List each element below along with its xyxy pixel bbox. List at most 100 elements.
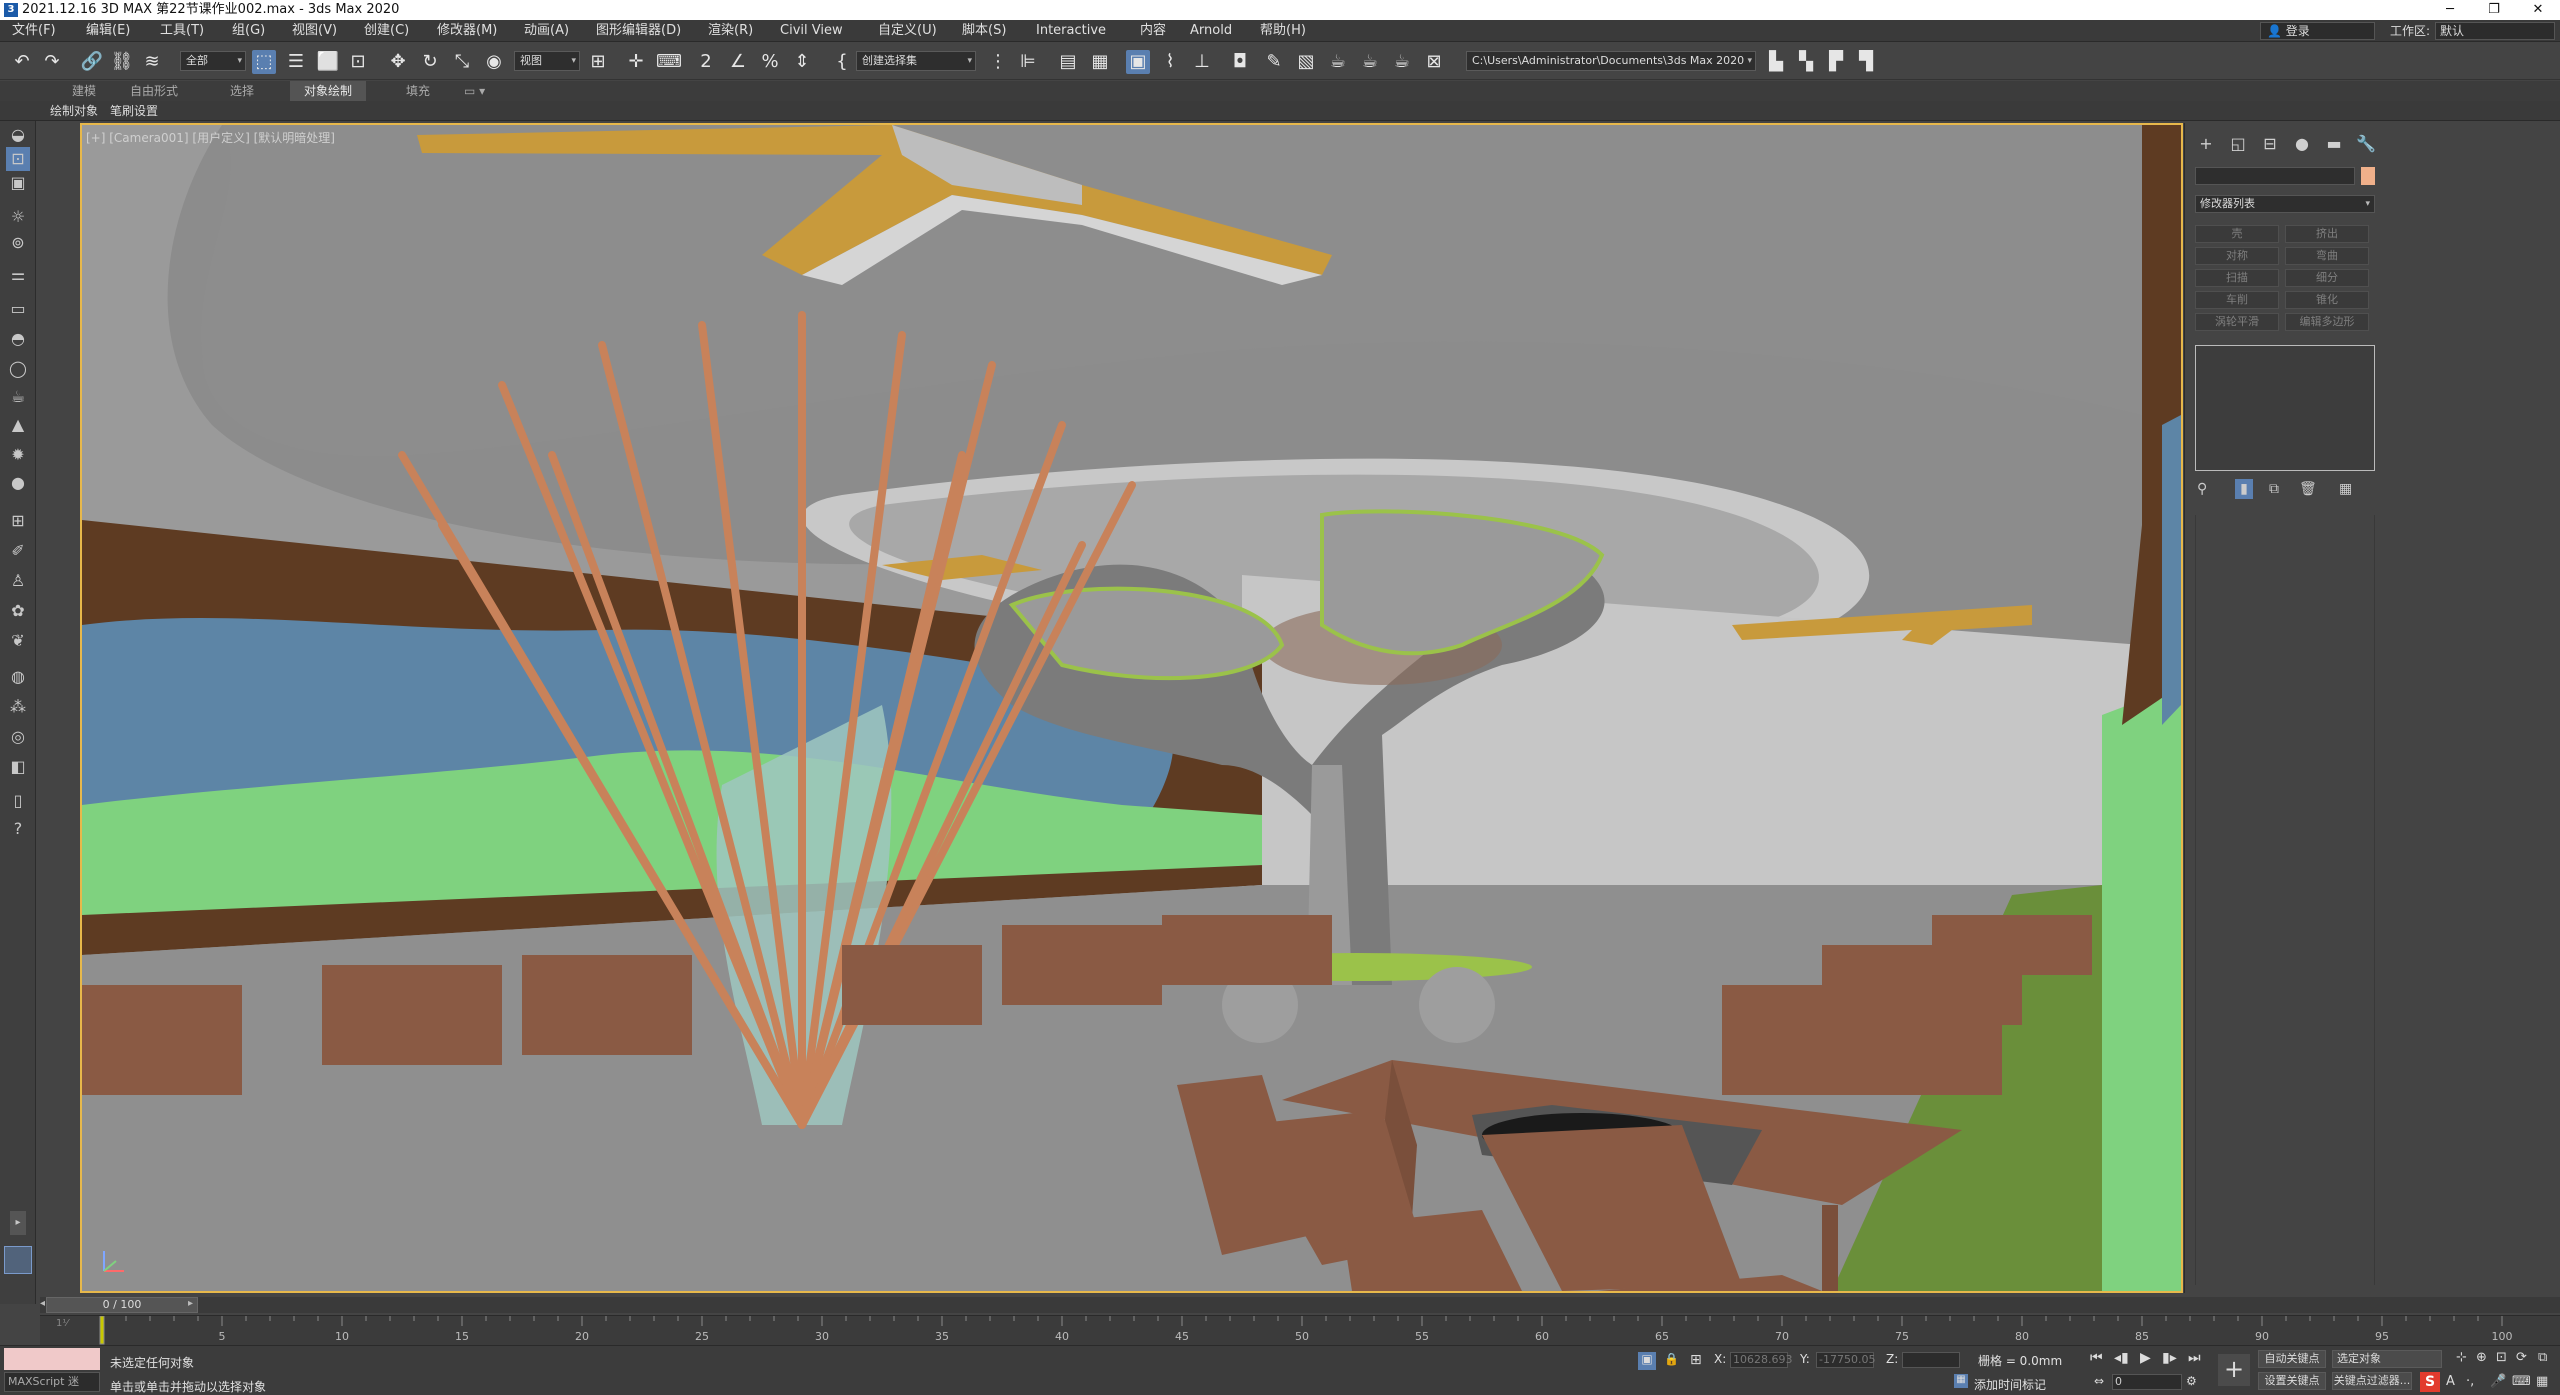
camera-icon[interactable]: ⊚ (6, 231, 30, 255)
paint-objects-tab[interactable]: 绘制对象 (50, 101, 98, 121)
ime-mode-icon[interactable]: A (2446, 1374, 2455, 1389)
modifier-sweep-button[interactable]: 扫描 (2195, 269, 2279, 287)
maxscript-listener[interactable]: MAXScript 迷 (4, 1348, 100, 1394)
tab-freeform[interactable]: 自由形式 (130, 81, 178, 101)
move-icon[interactable]: ✥ (386, 50, 410, 74)
layer-side-icon[interactable]: ▣ (6, 171, 30, 195)
link-icon[interactable]: 🔗 (80, 50, 104, 74)
current-frame-marker[interactable] (99, 1316, 105, 1345)
wheel-icon[interactable]: ✿ (6, 599, 30, 623)
zoom-icon[interactable]: ⊹ (2456, 1350, 2467, 1365)
restore-button[interactable]: ❐ (2472, 0, 2516, 20)
viewport-label[interactable]: [+] [Camera001] [用户定义] [默认明暗处理] (86, 129, 335, 146)
make-unique-icon[interactable]: ⧉ (2269, 479, 2279, 499)
curve-editor-icon[interactable]: ⌇ (1158, 50, 1182, 74)
modifier-edit-poly-button[interactable]: 编辑多边形 (2285, 313, 2369, 331)
biped-icon[interactable]: ♙ (6, 569, 30, 593)
paint-brush-icon[interactable]: ✐ (6, 539, 30, 563)
rectangular-selection-icon[interactable]: ⬜ (316, 50, 340, 74)
modifier-taper-button[interactable]: 锥化 (2285, 291, 2369, 309)
pin-stack-icon[interactable]: ⚲ (2197, 479, 2207, 499)
cone-icon[interactable]: ▲ (6, 413, 30, 437)
undo-icon[interactable]: ↶ (10, 50, 34, 74)
workspace-dropdown[interactable]: 默认 (2435, 22, 2555, 40)
scale-icon[interactable]: ⤡ (450, 50, 474, 74)
project-folder-icon[interactable]: ▙ (1764, 50, 1788, 74)
angle-snap-icon[interactable]: ∠ (726, 50, 750, 74)
ime-punct-icon[interactable]: ·, (2466, 1374, 2474, 1389)
color-palette-icon[interactable]: ⁂ (6, 695, 30, 719)
render-in-cloud-icon[interactable]: ⊠ (1422, 50, 1446, 74)
material-editor-icon[interactable]: ◘ (1228, 50, 1252, 74)
project-settings-icon[interactable]: ▜ (1854, 50, 1878, 74)
named-selection-dropdown[interactable]: 创建选择集 (856, 51, 976, 71)
modifier-lathe-button[interactable]: 车削 (2195, 291, 2279, 309)
select-object-icon[interactable]: ⬚ (252, 50, 276, 74)
tab-selection[interactable]: 选择 (230, 81, 254, 101)
geosphere-icon[interactable]: ● (6, 471, 30, 495)
render-activeshade-icon[interactable]: ☕ (1390, 50, 1414, 74)
go-to-end-icon[interactable]: ⏭ (2188, 1350, 2201, 1366)
menu-view[interactable]: 视图(V) (292, 20, 337, 42)
window-crossing-icon[interactable]: ⊡ (346, 50, 370, 74)
object-color-swatch[interactable] (2361, 167, 2375, 185)
helpers-icon[interactable]: ⚌ (6, 263, 30, 287)
select-manipulate-icon[interactable]: ✛ (624, 50, 648, 74)
tab-object-paint[interactable]: 对象绘制 (290, 81, 367, 101)
maximize-viewport-icon[interactable]: ⧉ (2538, 1350, 2547, 1365)
ime-logo-icon[interactable]: S (2420, 1372, 2440, 1392)
percent-snap-icon[interactable]: % (758, 50, 782, 74)
modifier-turbosmooth-button[interactable]: 涡轮平滑 (2195, 313, 2279, 331)
display-tab-icon[interactable]: ▬ (2321, 133, 2347, 155)
rotate-icon[interactable]: ↻ (418, 50, 442, 74)
menu-scripting[interactable]: 脚本(S) (962, 20, 1006, 42)
modifier-bend-button[interactable]: 弯曲 (2285, 247, 2369, 265)
map-icon[interactable]: ◧ (6, 755, 30, 779)
schematic-view-icon[interactable]: ⊥ (1190, 50, 1214, 74)
project-sync-icon[interactable]: ▛ (1824, 50, 1848, 74)
menu-customize[interactable]: 自定义(U) (878, 20, 937, 42)
modifier-symmetry-button[interactable]: 对称 (2195, 247, 2279, 265)
time-config-icon[interactable]: ⚙ (2186, 1374, 2197, 1388)
slider-prev-icon[interactable]: ◂ (40, 1298, 45, 1309)
menu-animation[interactable]: 动画(A) (524, 20, 569, 42)
tab-populate[interactable]: 填充 (406, 81, 430, 101)
reference-coordinate-dropdown[interactable]: 视图 (514, 51, 580, 71)
expand-arrow-icon[interactable]: ▸ (10, 1211, 26, 1235)
modify-tab-icon[interactable]: ◱ (2225, 133, 2251, 155)
create-tab-icon[interactable]: + (2193, 133, 2219, 155)
project-path-dropdown[interactable]: C:\Users\Administrator\Documents\3ds Max… (1466, 51, 1756, 71)
play-icon[interactable]: ▶ (2140, 1350, 2151, 1366)
menu-edit[interactable]: 编辑(E) (86, 20, 130, 42)
show-end-result-icon[interactable]: ▮ (2235, 479, 2253, 499)
modifier-shell-button[interactable]: 壳 (2195, 225, 2279, 243)
viewport-layout-icon[interactable]: ◒ (6, 123, 30, 147)
project-open-icon[interactable]: ▚ (1794, 50, 1818, 74)
light-icon[interactable]: ☼ (6, 205, 30, 229)
add-time-tag[interactable]: 添加时间标记 (1974, 1376, 2046, 1393)
scene-explorer-icon[interactable]: ▤ (1056, 50, 1080, 74)
select-by-name-icon[interactable]: ☰ (284, 50, 308, 74)
menu-arnold[interactable]: Arnold (1190, 20, 1232, 42)
menu-tools[interactable]: 工具(T) (160, 20, 204, 42)
selection-filter-dropdown[interactable]: 全部 (180, 51, 246, 71)
key-filters-button[interactable]: 关键点过滤器... (2332, 1372, 2412, 1390)
scene-explorer-side-icon[interactable]: ⊡ (6, 147, 30, 171)
login-dropdown[interactable]: 👤 登录 (2260, 22, 2375, 40)
x-coordinate-field[interactable]: 10628.693 (1730, 1352, 1793, 1368)
material-sphere-icon[interactable]: ◍ (6, 665, 30, 689)
render-setup-icon[interactable]: ✎ (1262, 50, 1286, 74)
go-to-start-icon[interactable]: ⏮ (2090, 1350, 2103, 1366)
pivot-center-icon[interactable]: ⊞ (586, 50, 610, 74)
microphone-icon[interactable]: 🎤 (2490, 1374, 2506, 1389)
unlink-icon[interactable]: ⛓ (110, 50, 134, 74)
next-frame-icon[interactable]: ▮▸ (2162, 1350, 2177, 1366)
sphere-icon[interactable]: ◯ (6, 357, 30, 381)
perspective-viewport[interactable]: [+] [Camera001] [用户定义] [默认明暗处理] (80, 123, 2183, 1293)
ribbon-options-icon[interactable]: ▭ ▾ (464, 81, 485, 101)
auto-key-button[interactable]: 自动关键点 (2258, 1350, 2326, 1368)
align-icon[interactable]: ⊫ (1016, 50, 1040, 74)
utilities-tab-icon[interactable]: 🔧 (2353, 133, 2379, 155)
modifier-subdivide-button[interactable]: 细分 (2285, 269, 2369, 287)
y-coordinate-field[interactable]: -17750.05 (1816, 1352, 1875, 1368)
